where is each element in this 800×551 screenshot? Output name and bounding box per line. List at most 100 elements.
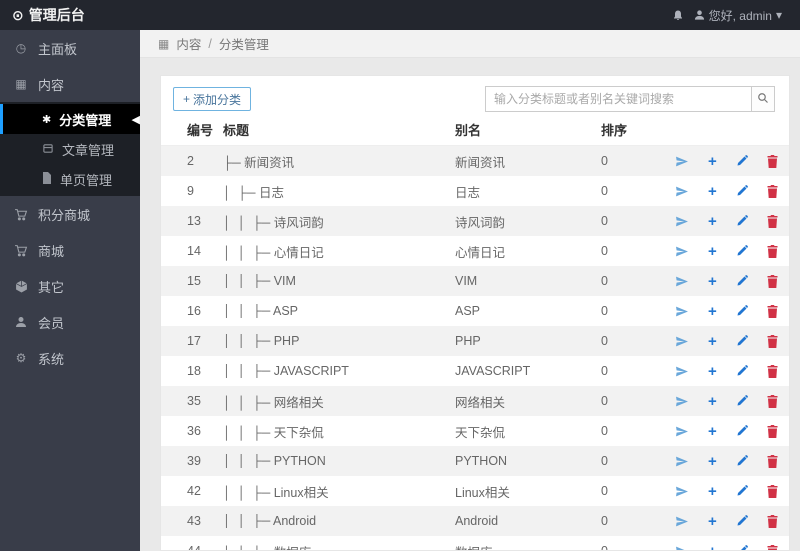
edit-button[interactable] bbox=[736, 305, 748, 317]
add-child-button[interactable]: + bbox=[708, 244, 717, 259]
delete-button[interactable] bbox=[767, 244, 778, 258]
push-button[interactable] bbox=[675, 155, 689, 168]
paper-plane-icon bbox=[675, 395, 689, 408]
delete-button[interactable] bbox=[767, 544, 778, 550]
search-button[interactable] bbox=[751, 86, 775, 112]
sidebar-item-article-management[interactable]: 文章管理 bbox=[0, 134, 140, 164]
push-button[interactable] bbox=[675, 365, 689, 378]
push-button[interactable] bbox=[675, 185, 689, 198]
app-logo[interactable]: ⊙ 管理后台 bbox=[0, 5, 140, 25]
sidebar-item-page-management[interactable]: 单页管理 bbox=[0, 164, 140, 194]
user-greeting: 您好, admin bbox=[708, 8, 772, 23]
edit-button[interactable] bbox=[736, 275, 748, 287]
push-button[interactable] bbox=[675, 425, 689, 438]
sidebar-item-label: 其它 bbox=[38, 279, 65, 295]
breadcrumb-section[interactable]: 内容 bbox=[176, 34, 201, 53]
edit-button[interactable] bbox=[736, 395, 748, 407]
edit-button[interactable] bbox=[736, 155, 748, 167]
edit-button[interactable] bbox=[736, 545, 748, 550]
add-child-button[interactable]: + bbox=[708, 454, 717, 469]
row-id: 39 bbox=[187, 454, 201, 468]
sidebar-item-label: 主面板 bbox=[38, 41, 78, 57]
row-title: │ │ ├─ 诗风词韵 bbox=[223, 215, 324, 230]
add-child-button[interactable]: + bbox=[708, 214, 717, 229]
row-id: 17 bbox=[187, 334, 201, 348]
add-child-button[interactable]: + bbox=[708, 154, 717, 169]
row-title: │ │ ├─ PYTHON bbox=[223, 454, 326, 468]
push-button[interactable] bbox=[675, 455, 689, 468]
row-alias: 新闻资讯 bbox=[455, 155, 506, 170]
push-button[interactable] bbox=[675, 395, 689, 408]
top-header: ⊙ 管理后台 您好, admin ▾ bbox=[0, 0, 800, 30]
edit-button[interactable] bbox=[736, 485, 748, 497]
push-button[interactable] bbox=[675, 305, 689, 318]
add-child-button[interactable]: + bbox=[708, 274, 717, 289]
row-sort: 0 bbox=[601, 334, 608, 348]
edit-button[interactable] bbox=[736, 425, 748, 437]
sidebar-item-category-management[interactable]: ✱ 分类管理 ◀ bbox=[0, 104, 140, 134]
row-id: 35 bbox=[187, 394, 201, 408]
delete-button[interactable] bbox=[767, 184, 778, 198]
push-button[interactable] bbox=[675, 335, 689, 348]
add-child-button[interactable]: + bbox=[708, 184, 717, 199]
delete-button[interactable] bbox=[767, 364, 778, 378]
add-child-button[interactable]: + bbox=[708, 394, 717, 409]
edit-button[interactable] bbox=[736, 245, 748, 257]
add-child-button[interactable]: + bbox=[708, 364, 717, 379]
trash-icon bbox=[767, 154, 778, 168]
bell-icon[interactable] bbox=[672, 9, 684, 22]
row-alias: PHP bbox=[455, 334, 481, 348]
delete-button[interactable] bbox=[767, 214, 778, 228]
sidebar-item-dashboard[interactable]: ◷ 主面板 bbox=[0, 30, 140, 66]
grid-icon: ▦ bbox=[158, 36, 170, 51]
delete-button[interactable] bbox=[767, 394, 778, 408]
sidebar-item-points-mall[interactable]: 积分商城 bbox=[0, 196, 140, 232]
sidebar-item-mall[interactable]: 商城 bbox=[0, 232, 140, 268]
push-button[interactable] bbox=[675, 275, 689, 288]
delete-button[interactable] bbox=[767, 274, 778, 288]
row-sort: 0 bbox=[601, 184, 608, 198]
delete-button[interactable] bbox=[767, 484, 778, 498]
add-child-button[interactable]: + bbox=[708, 544, 717, 551]
plus-icon: + bbox=[708, 152, 717, 170]
delete-button[interactable] bbox=[767, 304, 778, 318]
row-sort: 0 bbox=[601, 274, 608, 288]
sidebar-item-content[interactable]: ▦ 内容 bbox=[0, 66, 140, 102]
delete-button[interactable] bbox=[767, 334, 778, 348]
delete-button[interactable] bbox=[767, 454, 778, 468]
edit-button[interactable] bbox=[736, 365, 748, 377]
add-child-button[interactable]: + bbox=[708, 514, 717, 529]
row-sort: 0 bbox=[601, 154, 608, 168]
search-input[interactable] bbox=[485, 86, 751, 112]
pencil-icon bbox=[736, 365, 748, 377]
pencil-icon bbox=[736, 245, 748, 257]
add-child-button[interactable]: + bbox=[708, 424, 717, 439]
add-child-button[interactable]: + bbox=[708, 334, 717, 349]
row-alias: Android bbox=[455, 514, 499, 528]
add-child-button[interactable]: + bbox=[708, 304, 717, 319]
push-button[interactable] bbox=[675, 545, 689, 550]
push-button[interactable] bbox=[675, 245, 689, 258]
sidebar-item-member[interactable]: 会员 bbox=[0, 304, 140, 340]
trash-icon bbox=[767, 334, 778, 348]
edit-button[interactable] bbox=[736, 185, 748, 197]
push-button[interactable] bbox=[675, 215, 689, 228]
edit-button[interactable] bbox=[736, 515, 748, 527]
edit-button[interactable] bbox=[736, 215, 748, 227]
delete-button[interactable] bbox=[767, 514, 778, 528]
add-child-button[interactable]: + bbox=[708, 484, 717, 499]
delete-button[interactable] bbox=[767, 424, 778, 438]
push-button[interactable] bbox=[675, 515, 689, 528]
push-button[interactable] bbox=[675, 485, 689, 498]
row-actions: + bbox=[675, 274, 782, 289]
row-title: │ │ ├─ ASP bbox=[223, 304, 299, 318]
add-category-button[interactable]: + 添加分类 bbox=[173, 87, 252, 111]
row-alias: PYTHON bbox=[455, 454, 508, 468]
delete-button[interactable] bbox=[767, 154, 778, 168]
user-menu[interactable]: 您好, admin ▾ bbox=[694, 7, 782, 24]
sidebar-item-system[interactable]: ⚙ 系统 bbox=[0, 340, 140, 376]
edit-button[interactable] bbox=[736, 455, 748, 467]
edit-button[interactable] bbox=[736, 335, 748, 347]
plus-icon: + bbox=[183, 92, 191, 106]
sidebar-item-other[interactable]: 其它 bbox=[0, 268, 140, 304]
